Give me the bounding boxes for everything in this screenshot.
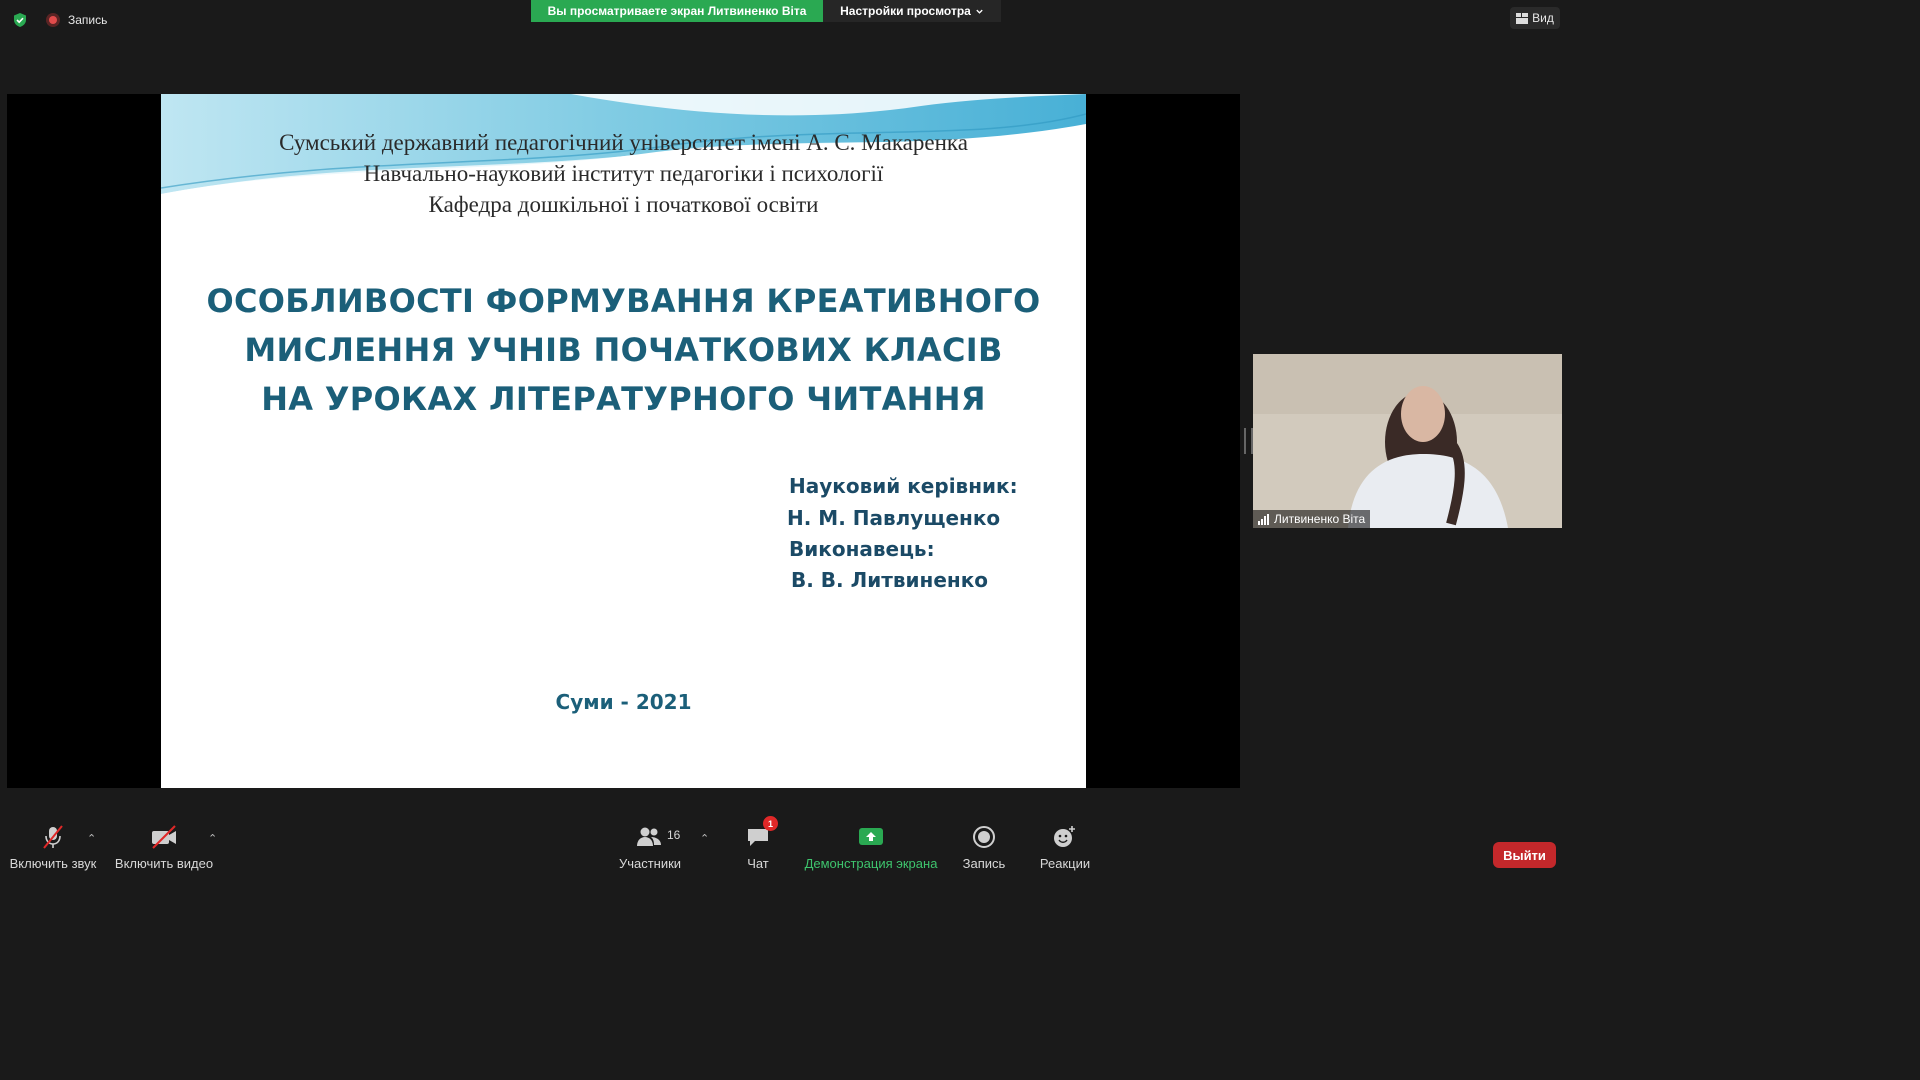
recording-label: Запись [68,13,108,27]
record-dot-icon [46,13,60,27]
share-banner: Вы просматриваете экран Литвиненко Віта [531,0,823,22]
view-button-label: Вид [1532,11,1554,25]
slide-title-line: НА УРОКАХ ЛІТЕРАТУРНОГО ЧИТАННЯ [261,380,986,418]
chat-button[interactable]: 1 Чат [738,816,778,882]
start-video-label: Включить видео [114,856,214,871]
start-video-button[interactable]: Включить видео [114,820,214,882]
participants-icon [637,827,661,846]
record-label: Запись [962,856,1006,871]
video-options-caret[interactable]: ⌃ [208,832,217,845]
record-button[interactable]: Запись [960,820,1008,882]
reactions-icon [1054,826,1075,847]
supervisor-name: Н. М. Павлущенко [787,506,1001,530]
presentation-slide: Сумський державний педагогічний універси… [161,94,1086,788]
view-settings-button[interactable]: Настройки просмотра [823,0,1001,22]
unmute-label: Включить звук [9,856,97,871]
record-icon [973,826,995,848]
meeting-toolbar: Включить звук ⌃ Включить видео ⌃ 16 Учас… [0,816,1568,882]
reactions-button[interactable]: Реакции [1038,820,1092,882]
caret-down-icon [976,9,983,14]
top-bar: Запись Вы просматриваете экран Литвиненк… [0,0,1568,40]
view-layout-button[interactable]: Вид [1510,7,1560,29]
participant-name-tag: Литвиненко Віта [1253,510,1371,528]
city-year: Суми - 2021 [555,690,692,714]
participants-button[interactable]: 16 Участники [616,820,684,882]
author-label: Виконавець: [789,537,935,561]
signal-bars-icon [1258,513,1269,525]
share-banner-text: Вы просматриваете экран Литвиненко Віта [547,4,807,18]
author-name: В. В. Литвиненко [791,568,989,592]
view-settings-label: Настройки просмотра [840,4,971,18]
supervisor-label: Науковий керівник: [789,474,1018,498]
slide-title-line: ОСОБЛИВОСТІ ФОРМУВАННЯ КРЕАТИВНОГО [206,282,1041,320]
grid-view-icon [1516,12,1529,24]
participant-video-feed [1253,354,1562,528]
shield-icon[interactable] [12,12,28,28]
chat-label: Чат [747,856,769,871]
share-screen-button[interactable]: Демонстрация экрана [805,820,937,882]
institute-name: Навчально-науковий інститут педагогіки і… [363,161,884,186]
audio-options-caret[interactable]: ⌃ [87,832,96,845]
camera-off-icon [152,825,176,849]
mic-muted-icon [43,825,63,849]
participant-name: Литвиненко Віта [1274,512,1366,526]
participant-video[interactable] [1253,354,1562,528]
department-name: Кафедра дошкільної і початкової освіти [428,192,819,217]
university-name: Сумський державний педагогічний універси… [279,130,968,155]
unmute-button[interactable]: Включить звук [8,820,98,882]
chat-unread-badge: 1 [763,816,778,831]
panel-resize-handle[interactable] [1244,428,1253,454]
participants-label: Участники [618,856,682,871]
leave-meeting-button[interactable]: Выйти [1493,842,1556,868]
slide-title-line: МИСЛЕННЯ УЧНІВ ПОЧАТКОВИХ КЛАСІВ [244,331,1003,369]
share-screen-label: Демонстрация экрана [804,856,938,871]
participants-options-caret[interactable]: ⌃ [700,832,709,845]
reactions-label: Реакции [1039,856,1091,871]
participants-count: 16 [667,828,681,842]
share-screen-icon [859,828,883,845]
